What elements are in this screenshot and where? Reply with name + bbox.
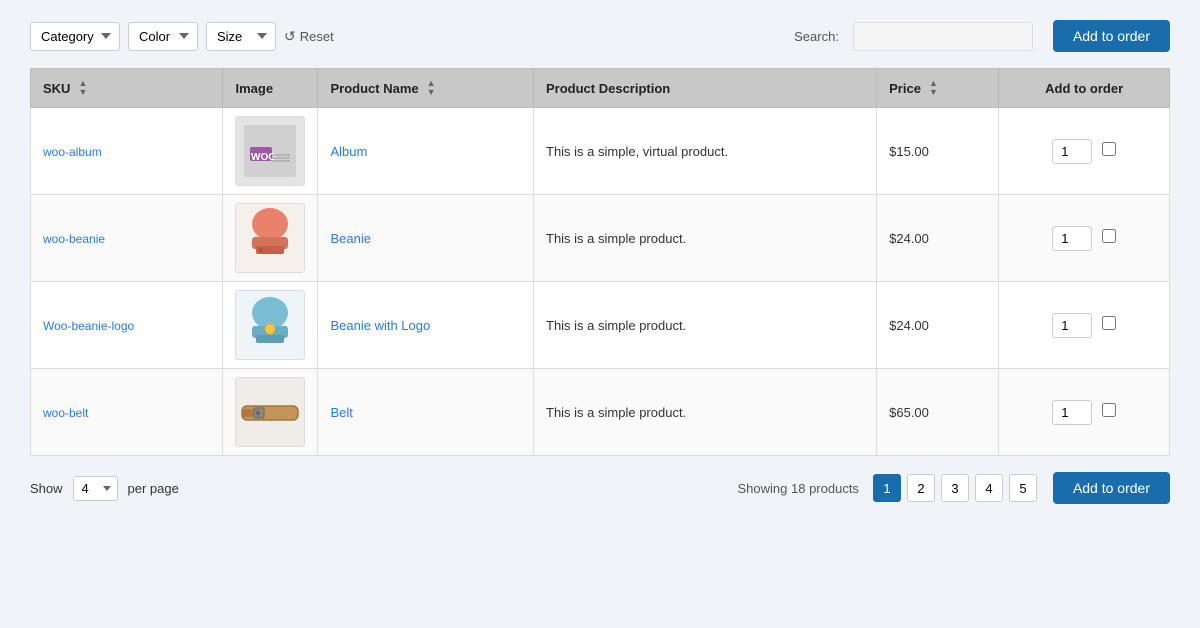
add-to-order-cell: [999, 369, 1170, 456]
price-sort-icon[interactable]: ▲▼: [929, 79, 938, 97]
price-text: $65.00: [889, 405, 929, 420]
th-description: Product Description: [534, 69, 877, 108]
reset-icon: ↺: [284, 28, 296, 45]
product-name-cell: Beanie: [318, 195, 534, 282]
sku-link[interactable]: Woo-beanie-logo: [43, 319, 134, 333]
product-name-link[interactable]: Belt: [330, 405, 352, 420]
sku-cell: Woo-beanie-logo: [31, 282, 223, 369]
image-cell: [223, 195, 318, 282]
image-cell: [223, 369, 318, 456]
description-text: This is a simple product.: [546, 231, 686, 246]
description-text: This is a simple product.: [546, 318, 686, 333]
product-name-cell: Album: [318, 108, 534, 195]
page-wrapper: Category Color Size ↺ Reset Search: Add …: [0, 0, 1200, 628]
th-add-order: Add to order: [999, 69, 1170, 108]
table-row: woo-belt Belt This is a simple product. …: [31, 369, 1170, 456]
price-cell: $24.00: [877, 282, 999, 369]
color-filter[interactable]: Color: [128, 22, 198, 51]
page-3-button[interactable]: 3: [941, 474, 969, 502]
product-image: [235, 290, 305, 360]
showing-text: Showing 18 products: [738, 481, 859, 496]
product-image: [235, 377, 305, 447]
price-cell: $15.00: [877, 108, 999, 195]
product-table: SKU ▲▼ Image Product Name ▲▼ Product Des…: [30, 68, 1170, 456]
description-cell: This is a simple product.: [534, 369, 877, 456]
product-name-link[interactable]: Beanie: [330, 231, 370, 246]
description-cell: This is a simple product.: [534, 282, 877, 369]
search-input[interactable]: [853, 22, 1033, 51]
sku-link[interactable]: woo-album: [43, 145, 102, 159]
description-text: This is a simple, virtual product.: [546, 144, 728, 159]
th-sku: SKU ▲▼: [31, 69, 223, 108]
toolbar: Category Color Size ↺ Reset Search: Add …: [30, 20, 1170, 52]
price-cell: $24.00: [877, 195, 999, 282]
row-checkbox[interactable]: [1102, 229, 1116, 243]
sku-link[interactable]: woo-belt: [43, 406, 88, 420]
page-1-button[interactable]: 1: [873, 474, 901, 502]
row-checkbox[interactable]: [1102, 403, 1116, 417]
description-cell: This is a simple, virtual product.: [534, 108, 877, 195]
product-name-link[interactable]: Album: [330, 144, 367, 159]
per-page-select[interactable]: 4 8 12 16 20: [73, 476, 118, 501]
description-cell: This is a simple product.: [534, 195, 877, 282]
table-body: woo-album WOO Album This is a simple, vi…: [31, 108, 1170, 456]
th-price: Price ▲▼: [877, 69, 999, 108]
per-page-label: per page: [128, 481, 179, 496]
sku-cell: woo-album: [31, 108, 223, 195]
price-text: $24.00: [889, 318, 929, 333]
add-to-order-cell: [999, 282, 1170, 369]
table-row: woo-beanie Beanie This is a simple produ…: [31, 195, 1170, 282]
product-image: [235, 203, 305, 273]
product-name-link[interactable]: Beanie with Logo: [330, 318, 430, 333]
image-cell: [223, 282, 318, 369]
add-order-button-bottom[interactable]: Add to order: [1053, 472, 1170, 504]
product-name-cell: Belt: [318, 369, 534, 456]
table-row: woo-album WOO Album This is a simple, vi…: [31, 108, 1170, 195]
add-to-order-cell: [999, 108, 1170, 195]
reset-button[interactable]: ↺ Reset: [284, 28, 334, 45]
row-checkbox[interactable]: [1102, 316, 1116, 330]
table-row: Woo-beanie-logo Beanie with Logo This is…: [31, 282, 1170, 369]
quantity-input[interactable]: [1052, 139, 1092, 164]
category-filter[interactable]: Category: [30, 22, 120, 51]
quantity-input[interactable]: [1052, 226, 1092, 251]
row-checkbox[interactable]: [1102, 142, 1116, 156]
price-cell: $65.00: [877, 369, 999, 456]
product-name-cell: Beanie with Logo: [318, 282, 534, 369]
pagination-area: Showing 18 products 1 2 3 4 5 Add to ord…: [738, 472, 1170, 504]
sku-link[interactable]: woo-beanie: [43, 232, 105, 246]
sku-cell: woo-beanie: [31, 195, 223, 282]
image-cell: WOO: [223, 108, 318, 195]
price-text: $15.00: [889, 144, 929, 159]
add-to-order-cell: [999, 195, 1170, 282]
page-5-button[interactable]: 5: [1009, 474, 1037, 502]
search-label: Search:: [794, 29, 839, 44]
page-2-button[interactable]: 2: [907, 474, 935, 502]
table-footer: Show 4 8 12 16 20 per page Showing 18 pr…: [30, 472, 1170, 504]
description-text: This is a simple product.: [546, 405, 686, 420]
product-image: WOO: [235, 116, 305, 186]
quantity-input[interactable]: [1052, 400, 1092, 425]
th-image: Image: [223, 69, 318, 108]
sku-sort-icon[interactable]: ▲▼: [78, 79, 87, 97]
reset-label: Reset: [300, 29, 334, 44]
show-label: Show: [30, 481, 63, 496]
quantity-input[interactable]: [1052, 313, 1092, 338]
page-4-button[interactable]: 4: [975, 474, 1003, 502]
sku-cell: woo-belt: [31, 369, 223, 456]
price-text: $24.00: [889, 231, 929, 246]
size-filter[interactable]: Size: [206, 22, 276, 51]
table-header: SKU ▲▼ Image Product Name ▲▼ Product Des…: [31, 69, 1170, 108]
th-product-name: Product Name ▲▼: [318, 69, 534, 108]
name-sort-icon[interactable]: ▲▼: [427, 79, 436, 97]
add-order-button-top[interactable]: Add to order: [1053, 20, 1170, 52]
